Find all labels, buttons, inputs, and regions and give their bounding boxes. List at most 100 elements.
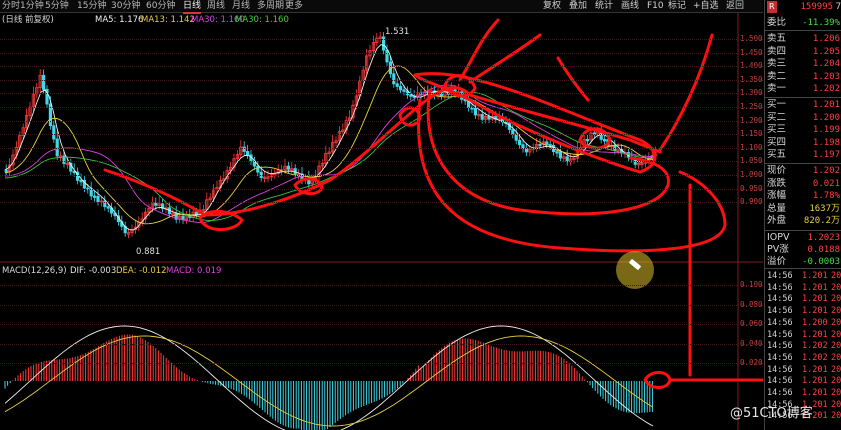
bid-row-label: 买三 [767, 124, 787, 136]
ask-row: 卖二 1.203 [765, 71, 841, 83]
iopv-row-value: 0.0188 [807, 245, 840, 255]
candle [538, 143, 542, 147]
bid-row-value: 1.200 [812, 112, 840, 123]
grid-line [0, 304, 763, 306]
bid-row-value: 1.201 [812, 100, 840, 110]
tick-price: 1.201 [802, 271, 828, 281]
ask-row-label: 卖一 [767, 83, 787, 95]
candle [514, 133, 518, 141]
tick-vol: 20 [831, 282, 841, 293]
candle [89, 188, 93, 197]
tick-price: 1.202 [802, 352, 828, 363]
grid-line [0, 285, 763, 286]
tick-time: 14:56 [767, 364, 793, 375]
tick-time: 14:56 [767, 306, 793, 317]
candle [256, 165, 260, 173]
bid-row-value: 1.197 [812, 150, 840, 161]
candle [586, 139, 590, 142]
grid-line [0, 66, 763, 68]
r-badge: R [767, 1, 777, 13]
candle [181, 215, 185, 221]
stat-row-label: 现价 [767, 165, 787, 176]
macd-annotation [643, 371, 763, 389]
candle [194, 211, 199, 216]
stat-row-label: 总量 [767, 202, 787, 214]
ask-row: 卖五 1.206 [765, 33, 841, 45]
kline-chart-canvas[interactable] [0, 0, 763, 430]
candle [545, 141, 549, 145]
grid-line [0, 79, 763, 81]
ask-row-value: 1.205 [812, 46, 840, 57]
ask-row-value: 1.204 [812, 59, 840, 70]
tick-row: 14:56 1.201 20 [765, 271, 841, 283]
grid-line [0, 188, 763, 190]
tick-time: 14:56 [767, 388, 793, 398]
candle [518, 139, 522, 146]
grid-line [0, 120, 763, 122]
tick-vol: 20 [831, 317, 841, 328]
candle [603, 139, 607, 142]
high-annotation: 1.531 [385, 27, 410, 37]
ask-row-value: 1.206 [812, 34, 840, 44]
iopv-row-label: IOPV [767, 232, 790, 243]
iopv-row-label: PV涨 [767, 244, 789, 255]
bid-row-label: 买五 [767, 149, 787, 161]
grid-line [0, 93, 763, 95]
candle [392, 73, 396, 85]
candle [93, 195, 97, 198]
candle [388, 61, 393, 75]
security-code-tail: 7 [835, 2, 841, 12]
tick-vol: 20 [831, 329, 841, 340]
grid-line [0, 107, 763, 108]
tick-vol: 20 [831, 352, 841, 363]
tick-time: 14:56 [767, 376, 793, 387]
bid-row-label: 买二 [767, 111, 787, 123]
bid-row: 买一 1.201 [765, 99, 841, 111]
candle [409, 94, 413, 97]
quote-panel: R 159995 7 委比 -11.39% 卖五 1.206 卖四 1.205 卖三 1.… [764, 0, 841, 430]
bid-row: 买二 1.200 [765, 112, 841, 124]
tick-price: 1.202 [802, 341, 828, 352]
circle-annotation [398, 106, 422, 127]
bid-row-value: 1.199 [812, 125, 840, 136]
bid-row-label: 买四 [767, 136, 787, 148]
tick-row: 14:56 1.201 20 [765, 294, 841, 306]
candle [52, 125, 56, 140]
bid-row: 买三 1.199 [765, 124, 841, 136]
stat-row-label: 外盘 [767, 215, 787, 227]
tick-vol: 20 [831, 341, 841, 352]
tick-vol: 20 [831, 364, 841, 375]
candle [42, 74, 46, 90]
bid-row: 买四 1.198 [765, 137, 841, 149]
bid-row-value: 1.198 [812, 137, 840, 148]
low-annotation: 0.881 [136, 247, 161, 257]
tick-vol: 20 [831, 306, 841, 317]
candle [480, 113, 484, 120]
tick-price: 1.201 [802, 329, 828, 340]
stat-row-value: 1.202 [812, 166, 840, 176]
stat-row-label: 涨跌 [767, 177, 787, 189]
tick-vol: 20 [831, 294, 841, 305]
code-header: R 159995 7 [765, 1, 841, 13]
candle [395, 83, 399, 87]
candle [286, 165, 291, 170]
tick-price: 1.201 [802, 388, 828, 398]
tick-price: 1.201 [802, 294, 828, 305]
tick-time: 14:56 [767, 329, 793, 340]
tick-time: 14:56 [767, 341, 793, 352]
tick-price: 1.200 [802, 317, 828, 328]
grid-line [0, 39, 763, 40]
tick-vol: 20 [831, 271, 841, 281]
iopv-row-value: 1.2023 [807, 233, 840, 243]
tick-row: 14:56 1.201 20 [765, 330, 841, 342]
grid-line [0, 324, 763, 325]
tick-time: 14:56 [767, 271, 793, 281]
tick-row: 14:56 1.201 20 [765, 376, 841, 388]
stat-row: 涨跌 0.021 [765, 178, 841, 190]
stat-row-value: 0.021 [812, 178, 840, 189]
stat-row: 现价 1.202 [765, 165, 841, 177]
grid-line [0, 52, 763, 54]
bid-row: 买五 1.197 [765, 149, 841, 161]
security-code: 159995 [800, 2, 833, 12]
tick-price: 1.201 [802, 376, 828, 387]
